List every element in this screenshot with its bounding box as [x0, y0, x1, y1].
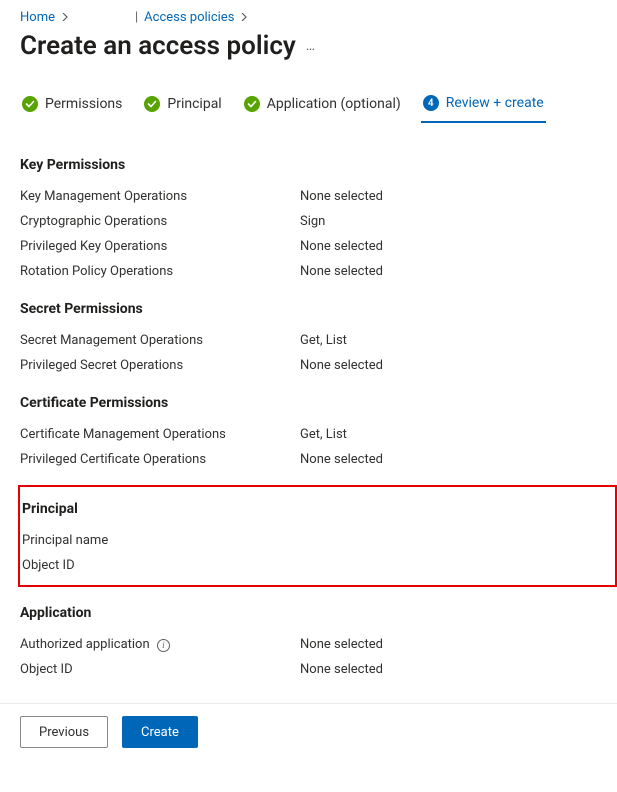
- authorized-application-value: None selected: [300, 637, 383, 652]
- chevron-right-icon: [61, 11, 69, 24]
- application-row: Authorized application i None selected: [20, 637, 597, 652]
- permission-row: Rotation Policy Operations None selected: [20, 264, 597, 279]
- permission-row: Privileged Secret Operations None select…: [20, 358, 597, 373]
- permission-label: Privileged Secret Operations: [20, 358, 300, 373]
- permission-value: Get, List: [300, 333, 347, 348]
- permission-value: Sign: [300, 214, 325, 229]
- section-secret-permissions: Secret Permissions Secret Management Ope…: [20, 301, 597, 373]
- tab-label: Permissions: [45, 96, 122, 112]
- section-key-permissions: Key Permissions Key Management Operation…: [20, 157, 597, 279]
- permission-value: None selected: [300, 239, 383, 254]
- breadcrumb-separator: |: [135, 10, 138, 25]
- breadcrumb: Home | Access policies: [20, 10, 597, 25]
- check-circle-icon: [244, 96, 260, 112]
- tab-principal[interactable]: Principal: [142, 89, 223, 122]
- tab-application[interactable]: Application (optional): [242, 89, 403, 122]
- breadcrumb-home[interactable]: Home: [20, 10, 55, 25]
- page-title: Create an access policy: [20, 31, 296, 61]
- permission-label: Privileged Certificate Operations: [20, 452, 300, 467]
- wizard-footer: Previous Create: [0, 703, 617, 766]
- wizard-tabs: Permissions Principal Application (optio…: [20, 89, 597, 123]
- authorized-application-label: Authorized application i: [20, 637, 300, 652]
- section-title: Application: [20, 605, 597, 621]
- permission-value: Get, List: [300, 427, 347, 442]
- info-icon[interactable]: i: [157, 639, 170, 652]
- permission-row: Privileged Key Operations None selected: [20, 239, 597, 254]
- chevron-right-icon: [240, 11, 248, 24]
- object-id-label: Object ID: [22, 558, 302, 573]
- check-circle-icon: [22, 96, 38, 112]
- create-button[interactable]: Create: [122, 716, 198, 748]
- principal-row: Principal name: [20, 533, 605, 548]
- section-title: Secret Permissions: [20, 301, 597, 317]
- permission-row: Privileged Certificate Operations None s…: [20, 452, 597, 467]
- more-actions-icon[interactable]: …: [306, 38, 316, 54]
- tab-label: Application (optional): [267, 96, 401, 112]
- permission-label: Secret Management Operations: [20, 333, 300, 348]
- permission-row: Secret Management Operations Get, List: [20, 333, 597, 348]
- check-circle-icon: [144, 96, 160, 112]
- permission-value: None selected: [300, 452, 383, 467]
- permission-row: Key Management Operations None selected: [20, 189, 597, 204]
- permission-row: Cryptographic Operations Sign: [20, 214, 597, 229]
- permission-label: Rotation Policy Operations: [20, 264, 300, 279]
- permission-label: Cryptographic Operations: [20, 214, 300, 229]
- permission-value: None selected: [300, 264, 383, 279]
- principal-name-label: Principal name: [22, 533, 302, 548]
- tab-label: Review + create: [446, 95, 544, 111]
- highlighted-principal-section: Principal Principal name Object ID: [18, 485, 617, 587]
- permission-row: Certificate Management Operations Get, L…: [20, 427, 597, 442]
- section-application: Application Authorized application i Non…: [20, 605, 597, 677]
- permission-value: None selected: [300, 358, 383, 373]
- app-object-id-value: None selected: [300, 662, 383, 677]
- step-number-icon: 4: [423, 95, 439, 111]
- tab-label: Principal: [167, 96, 221, 112]
- section-certificate-permissions: Certificate Permissions Certificate Mana…: [20, 395, 597, 467]
- permission-label: Certificate Management Operations: [20, 427, 300, 442]
- section-title: Principal: [22, 501, 605, 517]
- permission-label: Privileged Key Operations: [20, 239, 300, 254]
- previous-button[interactable]: Previous: [20, 716, 108, 748]
- breadcrumb-access-policies[interactable]: Access policies: [144, 10, 234, 25]
- application-row: Object ID None selected: [20, 662, 597, 677]
- principal-row: Object ID: [20, 558, 605, 573]
- permission-label: Key Management Operations: [20, 189, 300, 204]
- section-title: Key Permissions: [20, 157, 597, 173]
- app-object-id-label: Object ID: [20, 662, 300, 677]
- section-title: Certificate Permissions: [20, 395, 597, 411]
- permission-value: None selected: [300, 189, 383, 204]
- tab-permissions[interactable]: Permissions: [20, 89, 124, 122]
- tab-review-create[interactable]: 4 Review + create: [421, 89, 546, 123]
